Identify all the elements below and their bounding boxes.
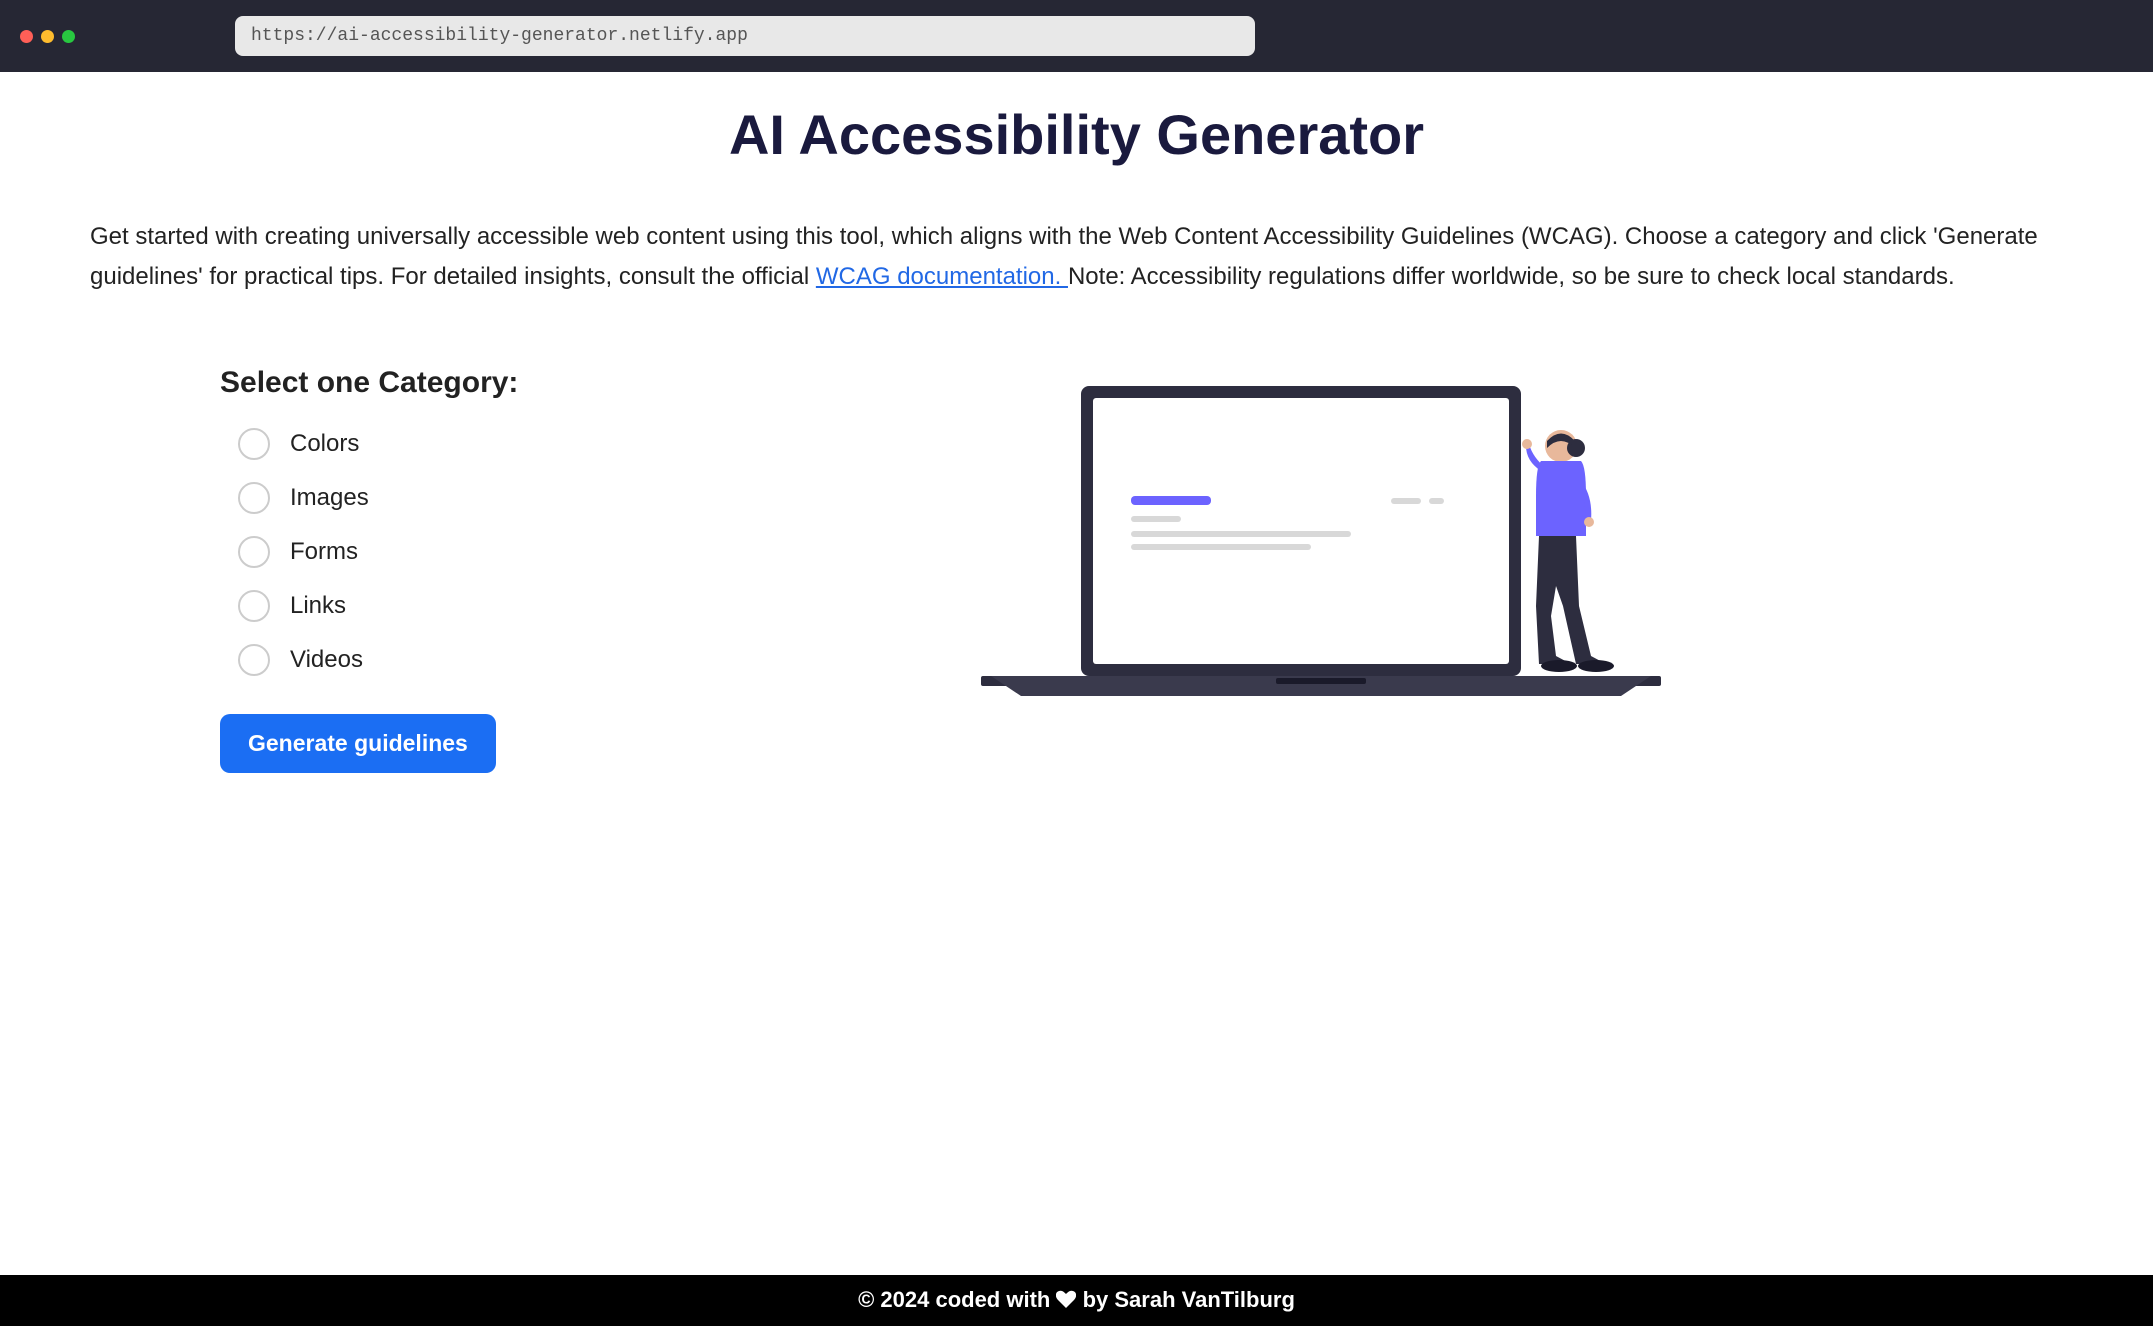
- main-content: AI Accessibility Generator Get started w…: [0, 72, 2153, 1275]
- page-title: AI Accessibility Generator: [90, 102, 2063, 167]
- footer-prefix: © 2024 coded with: [858, 1287, 1056, 1312]
- browser-chrome: https://ai-accessibility-generator.netli…: [0, 0, 2153, 72]
- radio-circle-icon: [238, 536, 270, 568]
- illustration-svg: [981, 386, 1661, 716]
- wcag-documentation-link[interactable]: WCAG documentation.: [816, 263, 1068, 290]
- content-row: Select one Category: Colors Images Forms: [90, 366, 2063, 773]
- footer-suffix: by Sarah VanTilburg: [1083, 1287, 1295, 1312]
- generate-guidelines-button[interactable]: Generate guidelines: [220, 714, 496, 773]
- radio-option-colors[interactable]: Colors: [238, 428, 518, 460]
- radio-label: Forms: [290, 538, 358, 566]
- laptop-illustration: [578, 366, 2063, 716]
- radio-group: Colors Images Forms Links Videos: [220, 428, 518, 676]
- minimize-window-icon[interactable]: [41, 30, 54, 43]
- radio-label: Colors: [290, 430, 359, 458]
- radio-label: Videos: [290, 646, 363, 674]
- radio-circle-icon: [238, 428, 270, 460]
- footer: © 2024 coded with by Sarah VanTilburg: [0, 1275, 2153, 1326]
- intro-text-after: Note: Accessibility regulations differ w…: [1068, 263, 1955, 290]
- url-bar[interactable]: https://ai-accessibility-generator.netli…: [235, 16, 1255, 56]
- radio-option-forms[interactable]: Forms: [238, 536, 518, 568]
- radio-label: Links: [290, 592, 346, 620]
- radio-option-links[interactable]: Links: [238, 590, 518, 622]
- category-form: Select one Category: Colors Images Forms: [220, 366, 518, 773]
- radio-circle-icon: [238, 590, 270, 622]
- radio-label: Images: [290, 484, 369, 512]
- window-controls: [20, 30, 75, 43]
- heart-icon: [1056, 1288, 1076, 1314]
- close-window-icon[interactable]: [20, 30, 33, 43]
- category-heading: Select one Category:: [220, 366, 518, 400]
- radio-circle-icon: [238, 644, 270, 676]
- radio-option-videos[interactable]: Videos: [238, 644, 518, 676]
- radio-option-images[interactable]: Images: [238, 482, 518, 514]
- maximize-window-icon[interactable]: [62, 30, 75, 43]
- intro-paragraph: Get started with creating universally ac…: [90, 217, 2063, 296]
- radio-circle-icon: [238, 482, 270, 514]
